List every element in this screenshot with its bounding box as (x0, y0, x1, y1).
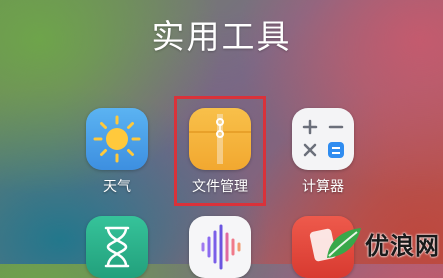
app-hourglass[interactable] (84, 216, 150, 278)
highlight-box (174, 96, 266, 206)
app-label-weather: 天气 (103, 179, 131, 195)
folder-title: 实用工具 (151, 17, 292, 56)
audio-wave-icon (189, 216, 251, 278)
watermark-text: 优浪网 (365, 232, 440, 260)
weather-sun-icon (86, 108, 148, 170)
watermark: 优浪网 (321, 224, 441, 264)
leaf-logo-icon (327, 228, 361, 258)
app-label-calculator: 计算器 (302, 179, 344, 195)
hourglass-icon (86, 216, 148, 278)
app-calculator[interactable]: 计算器 (290, 108, 356, 196)
calculator-icon (292, 108, 354, 170)
app-voice-recorder[interactable] (187, 216, 253, 278)
app-weather[interactable]: 天气 (84, 108, 150, 196)
